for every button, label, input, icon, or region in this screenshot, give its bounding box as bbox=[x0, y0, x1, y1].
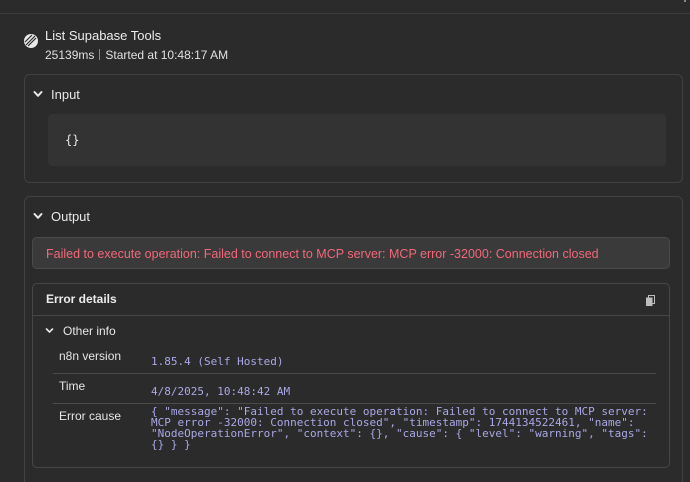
input-json: {} bbox=[65, 133, 80, 147]
error-details-title: Error details bbox=[46, 292, 117, 306]
input-panel-label: Input bbox=[51, 87, 80, 102]
output-panel-label: Output bbox=[51, 209, 91, 224]
error-message: Failed to execute operation: Failed to c… bbox=[46, 247, 599, 261]
input-panel-header[interactable]: Input bbox=[25, 75, 682, 113]
execution-log-view: List Supabase Tools 25139ms Started at 10… bbox=[0, 0, 690, 482]
tool-started: Started at 10:48:17 AM bbox=[105, 48, 229, 62]
tool-title: List Supabase Tools bbox=[45, 28, 162, 43]
n8n-version-value: 1.85.4 (Self Hosted) bbox=[151, 355, 284, 368]
time-label: Time bbox=[59, 379, 86, 393]
output-panel-header[interactable]: Output bbox=[25, 197, 682, 235]
row-divider bbox=[53, 403, 656, 404]
tool-meta: 25139ms Started at 10:48:17 AM bbox=[45, 48, 228, 62]
output-panel: Output Failed to execute operation: Fail… bbox=[24, 196, 683, 482]
error-cause-value: { "message": "Failed to execute operatio… bbox=[151, 406, 651, 450]
copy-icon[interactable] bbox=[646, 295, 655, 306]
error-banner: Failed to execute operation: Failed to c… bbox=[32, 237, 670, 269]
n8n-version-label: n8n version bbox=[59, 349, 122, 363]
error-details-card: Error details Other info n8n version 1.8… bbox=[32, 283, 670, 468]
chevron-down-icon[interactable] bbox=[32, 88, 44, 100]
row-divider bbox=[53, 373, 656, 374]
tool-duration: 25139ms bbox=[45, 48, 95, 62]
other-info-toggle[interactable]: Other info bbox=[33, 321, 669, 341]
supabase-icon bbox=[24, 34, 38, 48]
overflow-indicator bbox=[684, 0, 686, 2]
time-value: 4/8/2025, 10:48:42 AM bbox=[151, 385, 291, 398]
other-info-label: Other info bbox=[63, 324, 116, 338]
error-cause-line: {} } } bbox=[151, 438, 191, 451]
error-cause-line: "NodeOperationError", "context": {}, "ca… bbox=[151, 427, 648, 440]
input-panel: Input {} bbox=[24, 74, 683, 183]
input-json-box: {} bbox=[48, 114, 666, 166]
chevron-down-icon[interactable] bbox=[32, 210, 44, 222]
error-details-header: Error details bbox=[33, 284, 669, 316]
meta-separator bbox=[99, 49, 101, 60]
error-cause-label: Error cause bbox=[59, 409, 122, 423]
top-divider bbox=[0, 13, 690, 14]
chevron-down-icon[interactable] bbox=[45, 326, 54, 335]
